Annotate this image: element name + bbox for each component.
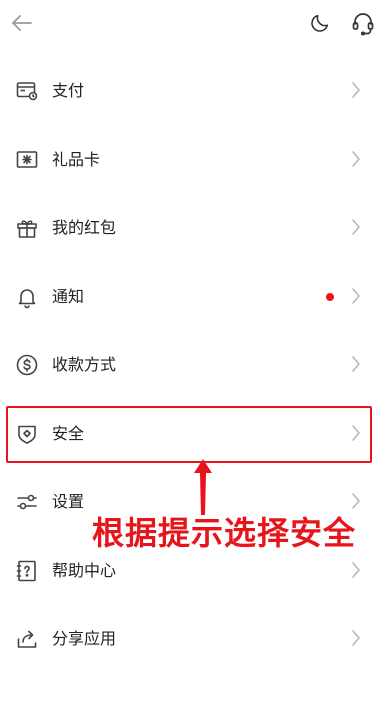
screen: 支付 礼品卡 我的红包 通知 收款方式 安全 设置 帮助中心 分享应用 根据提示… [0, 0, 385, 709]
menu-item-label: 帮助中心 [52, 560, 117, 580]
security-highlight-box [6, 406, 372, 463]
headset-icon[interactable] [351, 11, 375, 37]
notification-badge [326, 292, 334, 301]
settings-menu: 支付 礼品卡 我的红包 通知 收款方式 安全 设置 帮助中心 分享应用 [0, 56, 385, 673]
menu-item-label: 支付 [52, 81, 85, 100]
share-icon [15, 627, 39, 651]
payment-icon [15, 79, 39, 103]
menu-item-notifications[interactable]: 通知 [0, 262, 385, 331]
menu-item-share-app[interactable]: 分享应用 [0, 604, 385, 673]
chevron-right-icon [350, 354, 362, 378]
menu-item-gift-card[interactable]: 礼品卡 [0, 125, 385, 194]
chevron-right-icon [350, 286, 362, 310]
gift-box-icon [15, 216, 39, 240]
chevron-right-icon [350, 149, 362, 173]
menu-item-payment-methods[interactable]: 收款方式 [0, 330, 385, 399]
menu-item-label: 礼品卡 [52, 149, 101, 169]
chevron-right-icon [350, 628, 362, 652]
help-icon [15, 559, 39, 583]
chevron-right-icon [350, 80, 362, 104]
sliders-icon [15, 490, 39, 514]
top-bar [0, 0, 385, 50]
gift-card-icon [15, 148, 39, 172]
menu-item-label: 我的红包 [52, 218, 117, 237]
dollar-icon [15, 353, 39, 377]
chevron-right-icon [350, 560, 362, 584]
menu-item-label: 分享应用 [52, 629, 117, 648]
moon-icon[interactable] [309, 12, 331, 34]
instruction-annotation: 根据提示选择安全 [92, 514, 357, 552]
chevron-right-icon [350, 217, 362, 241]
back-arrow-icon[interactable] [10, 11, 34, 35]
menu-item-red-packet[interactable]: 我的红包 [0, 193, 385, 262]
menu-item-label: 通知 [52, 286, 85, 306]
menu-item-label: 收款方式 [52, 355, 117, 374]
menu-item-payment[interactable]: 支付 [0, 56, 385, 125]
bell-icon [15, 285, 39, 309]
menu-item-label: 设置 [52, 492, 85, 511]
up-arrow-icon [193, 459, 213, 519]
